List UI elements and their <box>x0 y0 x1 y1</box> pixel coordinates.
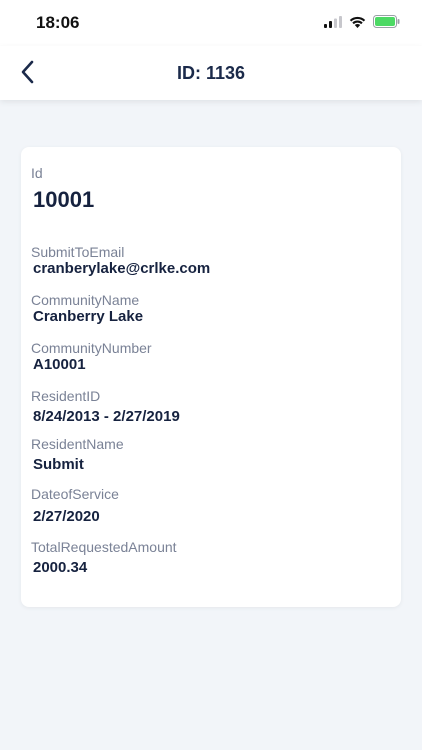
field-value: 2000.34 <box>33 559 88 576</box>
field-date-of-service: DateofService 2/27/2020 <box>31 486 119 526</box>
field-value: Submit <box>33 456 84 473</box>
field-value: A10001 <box>33 356 86 373</box>
field-submit-to-email: SubmitToEmail cranberylake@crlke.com <box>31 244 210 278</box>
status-bar: 18:06 <box>0 0 422 46</box>
field-label: ResidentName <box>31 436 124 452</box>
detail-card: Id 10001 SubmitToEmail cranberylake@crlk… <box>21 147 401 607</box>
nav-bar: ID: 1136 <box>0 46 422 100</box>
field-value: 8/24/2013 - 2/27/2019 <box>33 408 180 425</box>
wifi-icon <box>349 16 366 28</box>
field-label: ResidentID <box>31 388 101 404</box>
status-icons <box>324 15 400 28</box>
field-id: Id 10001 <box>31 165 94 213</box>
field-label: CommunityNumber <box>31 340 152 356</box>
field-label: Id <box>31 165 43 181</box>
field-label: TotalRequestedAmount <box>31 539 177 555</box>
field-resident-name: ResidentName Submit <box>31 436 124 474</box>
field-label: CommunityName <box>31 292 140 308</box>
signal-icon <box>324 15 342 28</box>
field-value: 10001 <box>33 187 95 212</box>
field-value: cranberylake@crlke.com <box>33 260 211 277</box>
field-community-name: CommunityName Cranberry Lake <box>31 292 143 326</box>
field-value: 2/27/2020 <box>33 508 100 525</box>
field-resident-id: ResidentID 8/24/2013 - 2/27/2019 <box>31 388 180 426</box>
field-total-requested-amount: TotalRequestedAmount 2000.34 <box>31 539 177 577</box>
page-title: ID: 1136 <box>176 63 246 83</box>
battery-icon <box>373 15 400 28</box>
field-value: Cranberry Lake <box>33 308 144 325</box>
field-community-number: CommunityNumber A10001 <box>31 340 152 374</box>
status-time: 18:06 <box>36 13 80 32</box>
field-label: SubmitToEmail <box>31 244 125 260</box>
field-label: DateofService <box>31 486 119 502</box>
